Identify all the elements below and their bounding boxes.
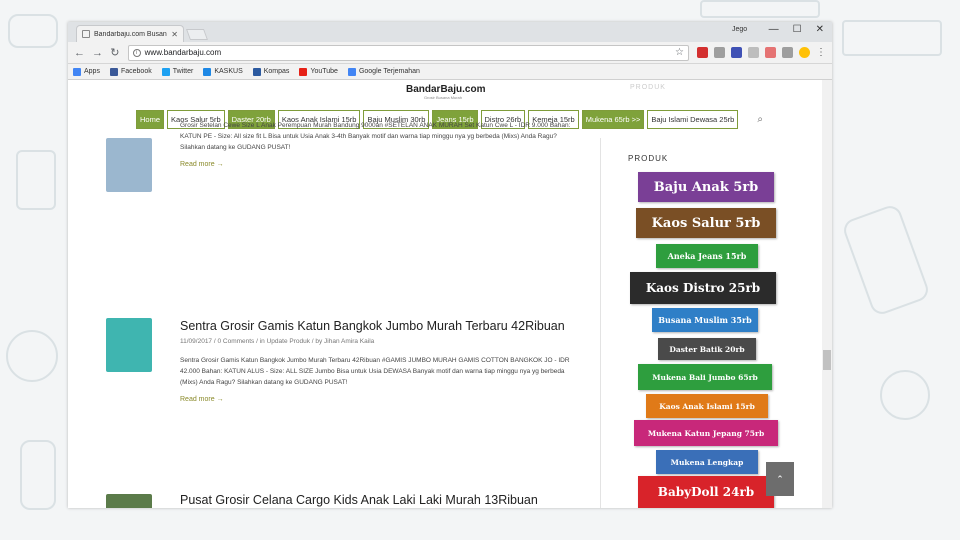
window-controls: — ☐ ✕: [769, 24, 824, 35]
minimize-icon[interactable]: —: [769, 24, 779, 35]
profile-name[interactable]: Jego: [732, 26, 747, 33]
bookmark-label: YouTube: [310, 68, 338, 75]
product-banner[interactable]: Mukena Lengkap: [656, 450, 758, 474]
bookmark-google-translate[interactable]: Google Terjemahan: [347, 67, 420, 76]
web-page: BandarBaju.com Grosir Busana Murah PRODU…: [68, 80, 832, 508]
close-window-icon[interactable]: ✕: [816, 24, 824, 35]
bookmark-label: Kompas: [263, 68, 290, 75]
bookmark-twitter[interactable]: Twitter: [161, 67, 194, 76]
back-to-top-button[interactable]: ⌃: [766, 462, 794, 496]
extension-icon[interactable]: [765, 47, 776, 58]
bookmark-kompas[interactable]: Kompas: [252, 67, 290, 76]
phone-doodle: [16, 150, 56, 210]
menu-dots-icon[interactable]: ⋮: [816, 47, 826, 58]
product-banner[interactable]: Kaos Anak Islami 15rb: [646, 394, 768, 418]
bookmark-label: Apps: [84, 68, 100, 75]
keyboard-doodle-right: [842, 20, 942, 56]
extension-icon[interactable]: [714, 47, 725, 58]
twitter-icon: [161, 67, 170, 76]
sidebar: PRODUK: [628, 154, 788, 169]
site-logo[interactable]: BandarBaju.com Grosir Busana Murah: [406, 84, 485, 100]
ruler-doodle: [700, 0, 820, 18]
browser-tab[interactable]: Bandarbaju.com Busana G ✕: [76, 25, 184, 42]
post-title[interactable]: Sentra Grosir Gamis Katun Bangkok Jumbo …: [180, 318, 580, 334]
post-title[interactable]: Pusat Grosir Celana Cargo Kids Anak Laki…: [180, 492, 580, 508]
scrollbar-thumb[interactable]: [823, 350, 831, 370]
logo-tagline: Grosir Busana Murah: [423, 95, 462, 100]
close-tab-icon[interactable]: ✕: [171, 30, 178, 39]
bookmark-apps[interactable]: Apps: [73, 67, 100, 76]
bookmark-label: KASKUS: [214, 68, 243, 75]
product-banner[interactable]: Daster Batik 20rb: [658, 338, 756, 360]
extension-icon[interactable]: [731, 47, 742, 58]
post-body: Sentra Grosir Gamis Katun Bangkok Jumbo …: [180, 318, 580, 403]
apps-icon: [73, 67, 81, 76]
extension-icon[interactable]: [748, 47, 759, 58]
info-icon[interactable]: i: [132, 48, 141, 57]
post-body: Pusat Grosir Celana Cargo Kids Anak Laki…: [180, 492, 580, 508]
reload-icon[interactable]: ↻: [110, 46, 120, 59]
menu-item[interactable]: Home: [136, 110, 165, 129]
read-more-link[interactable]: Read more →: [180, 396, 580, 403]
product-banner[interactable]: Baju Anak 5rb: [638, 172, 774, 202]
address-bar[interactable]: i www.bandarbaju.com ☆: [127, 44, 689, 61]
cup-doodle-right: [880, 370, 930, 420]
post-thumbnail[interactable]: [106, 318, 152, 372]
bookmark-youtube[interactable]: YouTube: [299, 67, 338, 76]
phone-doodle-right: [840, 202, 932, 318]
post-excerpt: Sentra Grosir Gamis Katun Bangkok Jumbo …: [180, 357, 570, 386]
youtube-icon: [299, 67, 308, 76]
pencil-doodle: [20, 440, 56, 510]
product-banner[interactable]: Mukena Bali Jumbo 65rb: [638, 364, 772, 390]
post-meta: 11/09/2017 / 0 Comments / in Update Prod…: [180, 338, 375, 345]
post-thumbnail[interactable]: [106, 138, 152, 192]
product-banner[interactable]: Kaos Distro 25rb: [630, 272, 776, 304]
extension-icon[interactable]: [697, 47, 708, 58]
post-excerpt: Grosir Setelan Cewe Size L Anak Perempua…: [180, 122, 571, 151]
menu-item[interactable]: Baju Islami Dewasa 25rb: [647, 110, 739, 129]
keyboard-doodle: [8, 14, 58, 48]
read-more-link[interactable]: Read more →: [180, 161, 580, 168]
column-divider: [600, 138, 601, 508]
bookmark-label: Facebook: [120, 68, 152, 75]
bookmarks-bar: Apps Facebook Twitter KASKUS Kompas YouT…: [68, 64, 832, 80]
bookmark-label: Google Terjemahan: [358, 68, 420, 75]
product-banner[interactable]: Kaos Salur 5rb: [636, 208, 776, 238]
menu-item[interactable]: Mukena 65rb >>: [581, 110, 645, 129]
tab-title: Bandarbaju.com Busana G: [94, 30, 167, 38]
back-arrow-icon[interactable]: ←: [74, 47, 85, 59]
url-text[interactable]: www.bandarbaju.com: [145, 48, 671, 57]
post-body: Grosir Setelan Cewe Size L Anak Perempua…: [180, 110, 580, 168]
bookmark-star-icon[interactable]: ☆: [675, 47, 684, 58]
new-tab-button[interactable]: [185, 29, 209, 40]
forward-arrow-icon[interactable]: →: [92, 47, 103, 59]
kompas-icon: [252, 67, 261, 76]
sidebar-title: PRODUK: [628, 154, 669, 163]
extensions-area: ⋮: [697, 47, 826, 58]
coffee-doodle: [6, 330, 58, 382]
google-translate-icon: [347, 67, 356, 76]
post-thumbnail[interactable]: [106, 494, 152, 508]
browser-window: Bandarbaju.com Busana G ✕ Jego — ☐ ✕ ← →…: [68, 22, 832, 508]
bookmark-kaskus[interactable]: KASKUS: [203, 67, 243, 76]
facebook-icon: [109, 67, 118, 76]
page-icon: [82, 30, 90, 38]
product-banner[interactable]: Aneka Jeans 15rb: [656, 244, 758, 268]
scrollbar[interactable]: [822, 80, 832, 508]
bookmark-label: Twitter: [172, 68, 194, 75]
title-bar: Bandarbaju.com Busana G ✕ Jego — ☐ ✕: [68, 22, 832, 42]
logo-text: BandarBaju.com: [406, 84, 486, 95]
extension-icon[interactable]: [799, 47, 810, 58]
extension-icon[interactable]: [782, 47, 793, 58]
product-banner[interactable]: Busana Muslim 35rb: [652, 308, 758, 332]
search-icon[interactable]: ⌕: [757, 114, 763, 125]
maximize-icon[interactable]: ☐: [793, 24, 802, 35]
produk-heading-faded: PRODUK: [630, 84, 666, 91]
product-banner[interactable]: BabyDoll 24rb: [638, 476, 774, 508]
bookmark-facebook[interactable]: Facebook: [109, 67, 152, 76]
kaskus-icon: [203, 67, 212, 76]
product-banner[interactable]: Mukena Katun Jepang 75rb: [634, 420, 778, 446]
browser-toolbar: ← → ↻ i www.bandarbaju.com ☆ ⋮: [68, 42, 832, 64]
